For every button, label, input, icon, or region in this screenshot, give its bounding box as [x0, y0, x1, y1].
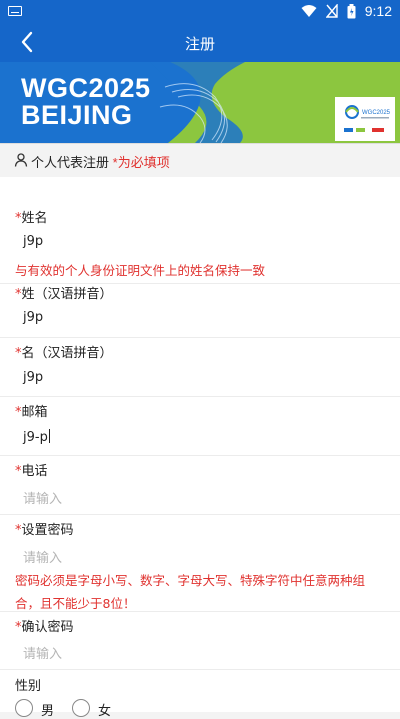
registration-form: *姓名 j9p 与有效的个人身份证明文件上的姓名保持一致 *姓（汉语拼音） j9… [0, 177, 400, 719]
password-input[interactable]: 请输入 [23, 547, 62, 566]
person-icon [14, 153, 28, 167]
required-note: *为必填项 [112, 155, 170, 170]
surname-pinyin-input[interactable]: j9p [23, 310, 43, 325]
status-bar: 9:12 [0, 0, 400, 24]
section-header: 个人代表注册 *为必填项 [0, 143, 400, 178]
gender-male-radio[interactable] [15, 699, 33, 717]
svg-text:WGC2025: WGC2025 [362, 110, 391, 116]
password-hint-line2: 合，且不能少于8位！ [15, 596, 136, 611]
gender-female-label[interactable]: 女 [98, 700, 111, 719]
name-input[interactable]: j9p [23, 234, 43, 249]
no-signal-icon [325, 4, 338, 18]
banner-title: WGC2025 BEIJING [21, 73, 151, 130]
name-label: 姓名 [21, 211, 48, 226]
password-label: 设置密码 [21, 523, 74, 538]
given-pinyin-label: 名（汉语拼音） [21, 346, 113, 361]
password-hint-line1: 密码必须是字母小写、数字、字母大写、特殊字符中任意两种组 [15, 573, 366, 588]
given-pinyin-field[interactable]: *名（汉语拼音） j9p [0, 337, 400, 397]
text-cursor [48, 429, 50, 443]
email-label: 邮箱 [21, 405, 48, 420]
app-bar: 注册 [0, 24, 400, 62]
page-title: 注册 [184, 36, 215, 53]
wifi-icon [301, 5, 317, 17]
email-input[interactable]: j9-p [23, 429, 50, 445]
phone-field[interactable]: *电话 请输入 [0, 455, 400, 515]
gender-male-label[interactable]: 男 [41, 700, 54, 719]
battery-icon [347, 3, 356, 18]
surname-pinyin-label: 姓（汉语拼音） [21, 287, 113, 302]
name-hint: 与有效的个人身份证明文件上的姓名保持一致 [15, 263, 266, 278]
gender-label: 性别 [15, 679, 42, 694]
confirm-password-field[interactable]: *确认密码 请输入 [0, 611, 400, 670]
gender-female-radio[interactable] [72, 699, 90, 717]
wgc-banner: WGC2025 WGC2025 BEIJING [0, 62, 400, 143]
confirm-password-input[interactable]: 请输入 [23, 643, 62, 662]
confirm-password-label: 确认密码 [21, 620, 74, 635]
password-field[interactable]: *设置密码 请输入 密码必须是字母小写、数字、字母大写、特殊字符中任意两种组 合… [0, 514, 400, 612]
email-field[interactable]: *邮箱 j9-p [0, 396, 400, 456]
keyboard-icon [8, 6, 22, 16]
section-title: 个人代表注册 [31, 155, 110, 170]
clock: 9:12 [364, 3, 392, 19]
gender-field: 性别 男 女 [0, 669, 400, 719]
phone-label: 电话 [21, 464, 48, 479]
surname-pinyin-field[interactable]: *姓（汉语拼音） j9p [0, 283, 400, 338]
name-field[interactable]: *姓名 j9p 与有效的个人身份证明文件上的姓名保持一致 [0, 177, 400, 284]
phone-input[interactable]: 请输入 [23, 488, 62, 507]
given-pinyin-input[interactable]: j9p [23, 370, 43, 385]
